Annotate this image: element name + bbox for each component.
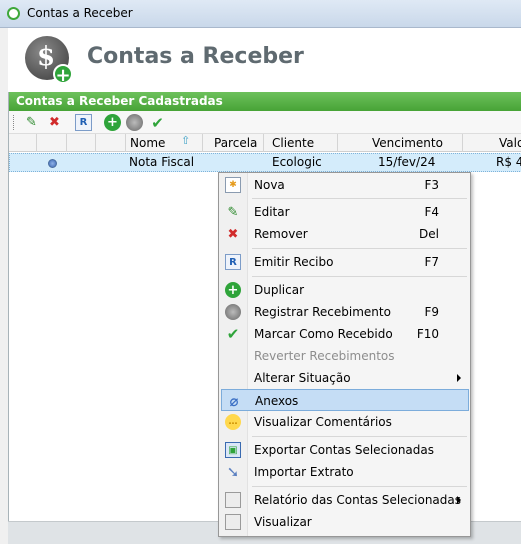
title-bar: Contas a Receber: [0, 0, 521, 28]
menu-separator: [252, 486, 467, 487]
menu-item-anexos[interactable]: ⌀ Anexos: [221, 389, 469, 411]
column-blank: [36, 134, 66, 152]
cell-valor: R$ 4,: [496, 155, 521, 169]
menu-separator: [252, 198, 467, 199]
cell-vencimento: 15/fev/24: [378, 155, 436, 169]
column-valor[interactable]: Valo: [462, 134, 521, 152]
edit-icon: ✎: [227, 204, 239, 220]
panel-title: Contas a Receber Cadastradas: [9, 92, 521, 111]
green-plus-icon: +: [225, 282, 241, 298]
sort-arrow-icon: ⇧: [181, 134, 191, 147]
green-plus-icon[interactable]: +: [104, 114, 121, 131]
receipt-r-icon: R: [225, 254, 241, 270]
green-check-icon[interactable]: ✔: [149, 114, 166, 132]
menu-item-emitir-recibo[interactable]: R Emitir Recibo F7: [221, 251, 469, 273]
menu-item-exportar-contas[interactable]: ▣ Exportar Contas Selecionadas: [221, 439, 469, 461]
toolbar: ✎ ✖ R + ✔: [9, 111, 521, 134]
row-status-icon: [48, 159, 57, 168]
speech-bubble-icon: …: [225, 414, 241, 430]
column-cliente[interactable]: Cliente: [263, 134, 337, 152]
export-icon: ▣: [225, 442, 241, 458]
submenu-arrow-icon: [457, 496, 461, 504]
context-menu: ✱ Nova F3 ✎ Editar F4 ✖ Remover Del R Em…: [218, 172, 471, 537]
menu-item-nova[interactable]: ✱ Nova F3: [221, 174, 469, 196]
menu-separator: [252, 276, 467, 277]
menu-item-visualizar-comentarios[interactable]: … Visualizar Comentários: [221, 411, 469, 433]
menu-item-reverter-recebimentos: Reverter Recebimentos: [254, 349, 395, 363]
menu-separator: [252, 436, 467, 437]
grid-header: Nome ⇧ Parcela Cliente Vencimento Valo: [9, 134, 521, 152]
import-icon: ➘: [226, 463, 240, 481]
toolbar-grip: [13, 115, 15, 130]
app-icon: [7, 7, 20, 20]
report-icon: [225, 514, 241, 530]
menu-item-remover[interactable]: ✖ Remover Del: [221, 223, 469, 245]
dollar-add-icon: $ +: [25, 36, 73, 85]
edit-icon[interactable]: ✎: [23, 114, 40, 131]
coin-gear-icon[interactable]: [126, 114, 143, 131]
submenu-arrow-icon: [457, 374, 461, 382]
menu-separator: [252, 248, 467, 249]
receipt-r-icon[interactable]: R: [75, 114, 92, 131]
menu-item-marcar-recebido[interactable]: ✔ Marcar Como Recebido F10: [221, 323, 469, 345]
cell-nome: Nota Fiscal: [129, 155, 195, 169]
menu-item-duplicar[interactable]: + Duplicar: [221, 279, 469, 301]
menu-item-registrar-recebimento[interactable]: Registrar Recebimento F9: [221, 301, 469, 323]
menu-item-relatorio-contas[interactable]: Relatório das Contas Selecionadas: [221, 489, 469, 511]
red-x-icon[interactable]: ✖: [46, 114, 63, 131]
new-document-icon: ✱: [225, 177, 241, 193]
red-x-icon: ✖: [227, 226, 239, 242]
column-blank: [95, 134, 125, 152]
menu-item-editar[interactable]: ✎ Editar F4: [221, 201, 469, 223]
menu-item-alterar-situacao[interactable]: Alterar Situação: [221, 367, 469, 389]
report-icon: [225, 492, 241, 508]
coin-gear-icon: [225, 304, 241, 320]
window-title: Contas a Receber: [27, 6, 133, 20]
page-title: Contas a Receber: [87, 44, 304, 69]
menu-item-importar-extrato[interactable]: ➘ Importar Extrato: [221, 461, 469, 483]
table-row[interactable]: Nota Fiscal Ecologic 15/fev/24 R$ 4,: [9, 153, 521, 172]
column-vencimento[interactable]: Vencimento: [337, 134, 462, 152]
cell-cliente: Ecologic: [272, 155, 322, 169]
paperclip-icon: ⌀: [229, 392, 239, 410]
menu-item-visualizar[interactable]: Visualizar: [221, 511, 469, 533]
green-check-icon: ✔: [226, 325, 240, 343]
column-blank: [66, 134, 94, 152]
column-nome[interactable]: Nome ⇧: [125, 134, 202, 152]
page-header: $ + Contas a Receber: [8, 28, 521, 92]
column-parcela[interactable]: Parcela: [202, 134, 262, 152]
